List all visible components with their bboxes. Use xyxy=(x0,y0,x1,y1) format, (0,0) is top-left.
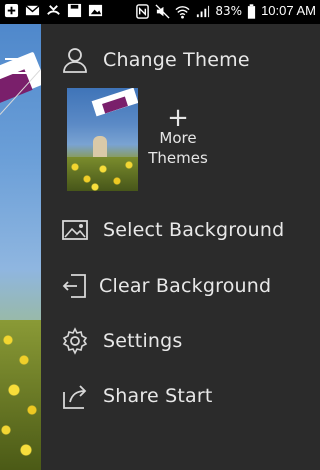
share-start-item[interactable]: Share Start xyxy=(41,376,320,416)
select-background-label: Select Background xyxy=(103,219,285,241)
thumb-flowers xyxy=(67,157,138,191)
mail-icon xyxy=(25,5,40,16)
flower-field xyxy=(0,320,41,470)
menu-icon[interactable] xyxy=(5,56,29,76)
status-bar: 83% 10:07 AM xyxy=(0,0,320,24)
share-start-label: Share Start xyxy=(103,385,213,407)
clear-background-label: Clear Background xyxy=(99,275,272,297)
change-theme-item[interactable]: Change Theme xyxy=(41,40,320,80)
exit-icon xyxy=(62,274,86,298)
clear-background-item[interactable]: Clear Background xyxy=(41,266,320,306)
plus-box-icon xyxy=(4,3,19,18)
battery-icon xyxy=(247,3,256,19)
wifi-icon xyxy=(175,5,190,19)
settings-item[interactable]: Settings xyxy=(41,321,320,361)
photo-icon xyxy=(88,4,103,17)
select-background-item[interactable]: Select Background xyxy=(41,210,320,250)
clock: 10:07 AM xyxy=(261,3,316,18)
mute-icon xyxy=(155,3,170,19)
battery-percent: 83% xyxy=(215,4,243,18)
notification-icons xyxy=(4,3,103,18)
plus-icon: + xyxy=(167,103,189,133)
person-icon xyxy=(63,48,87,73)
system-icons: 83% 10:07 AM xyxy=(135,2,316,20)
missed-call-icon xyxy=(47,5,60,15)
navigation-drawer: Change Theme + More Themes Select Backgr… xyxy=(41,24,320,470)
home-background xyxy=(0,24,41,470)
image-icon xyxy=(62,220,88,240)
more-themes-line2: Themes xyxy=(148,149,208,167)
nfc-icon xyxy=(136,3,150,19)
share-icon xyxy=(63,385,87,409)
save-icon xyxy=(67,3,82,18)
change-theme-label: Change Theme xyxy=(103,49,250,71)
gear-icon xyxy=(62,327,88,355)
current-theme-thumbnail[interactable] xyxy=(67,88,138,191)
more-themes-line1: More xyxy=(159,129,197,147)
signal-icon xyxy=(197,5,210,17)
settings-label: Settings xyxy=(103,330,183,352)
more-themes-button[interactable]: + More Themes xyxy=(145,103,211,168)
